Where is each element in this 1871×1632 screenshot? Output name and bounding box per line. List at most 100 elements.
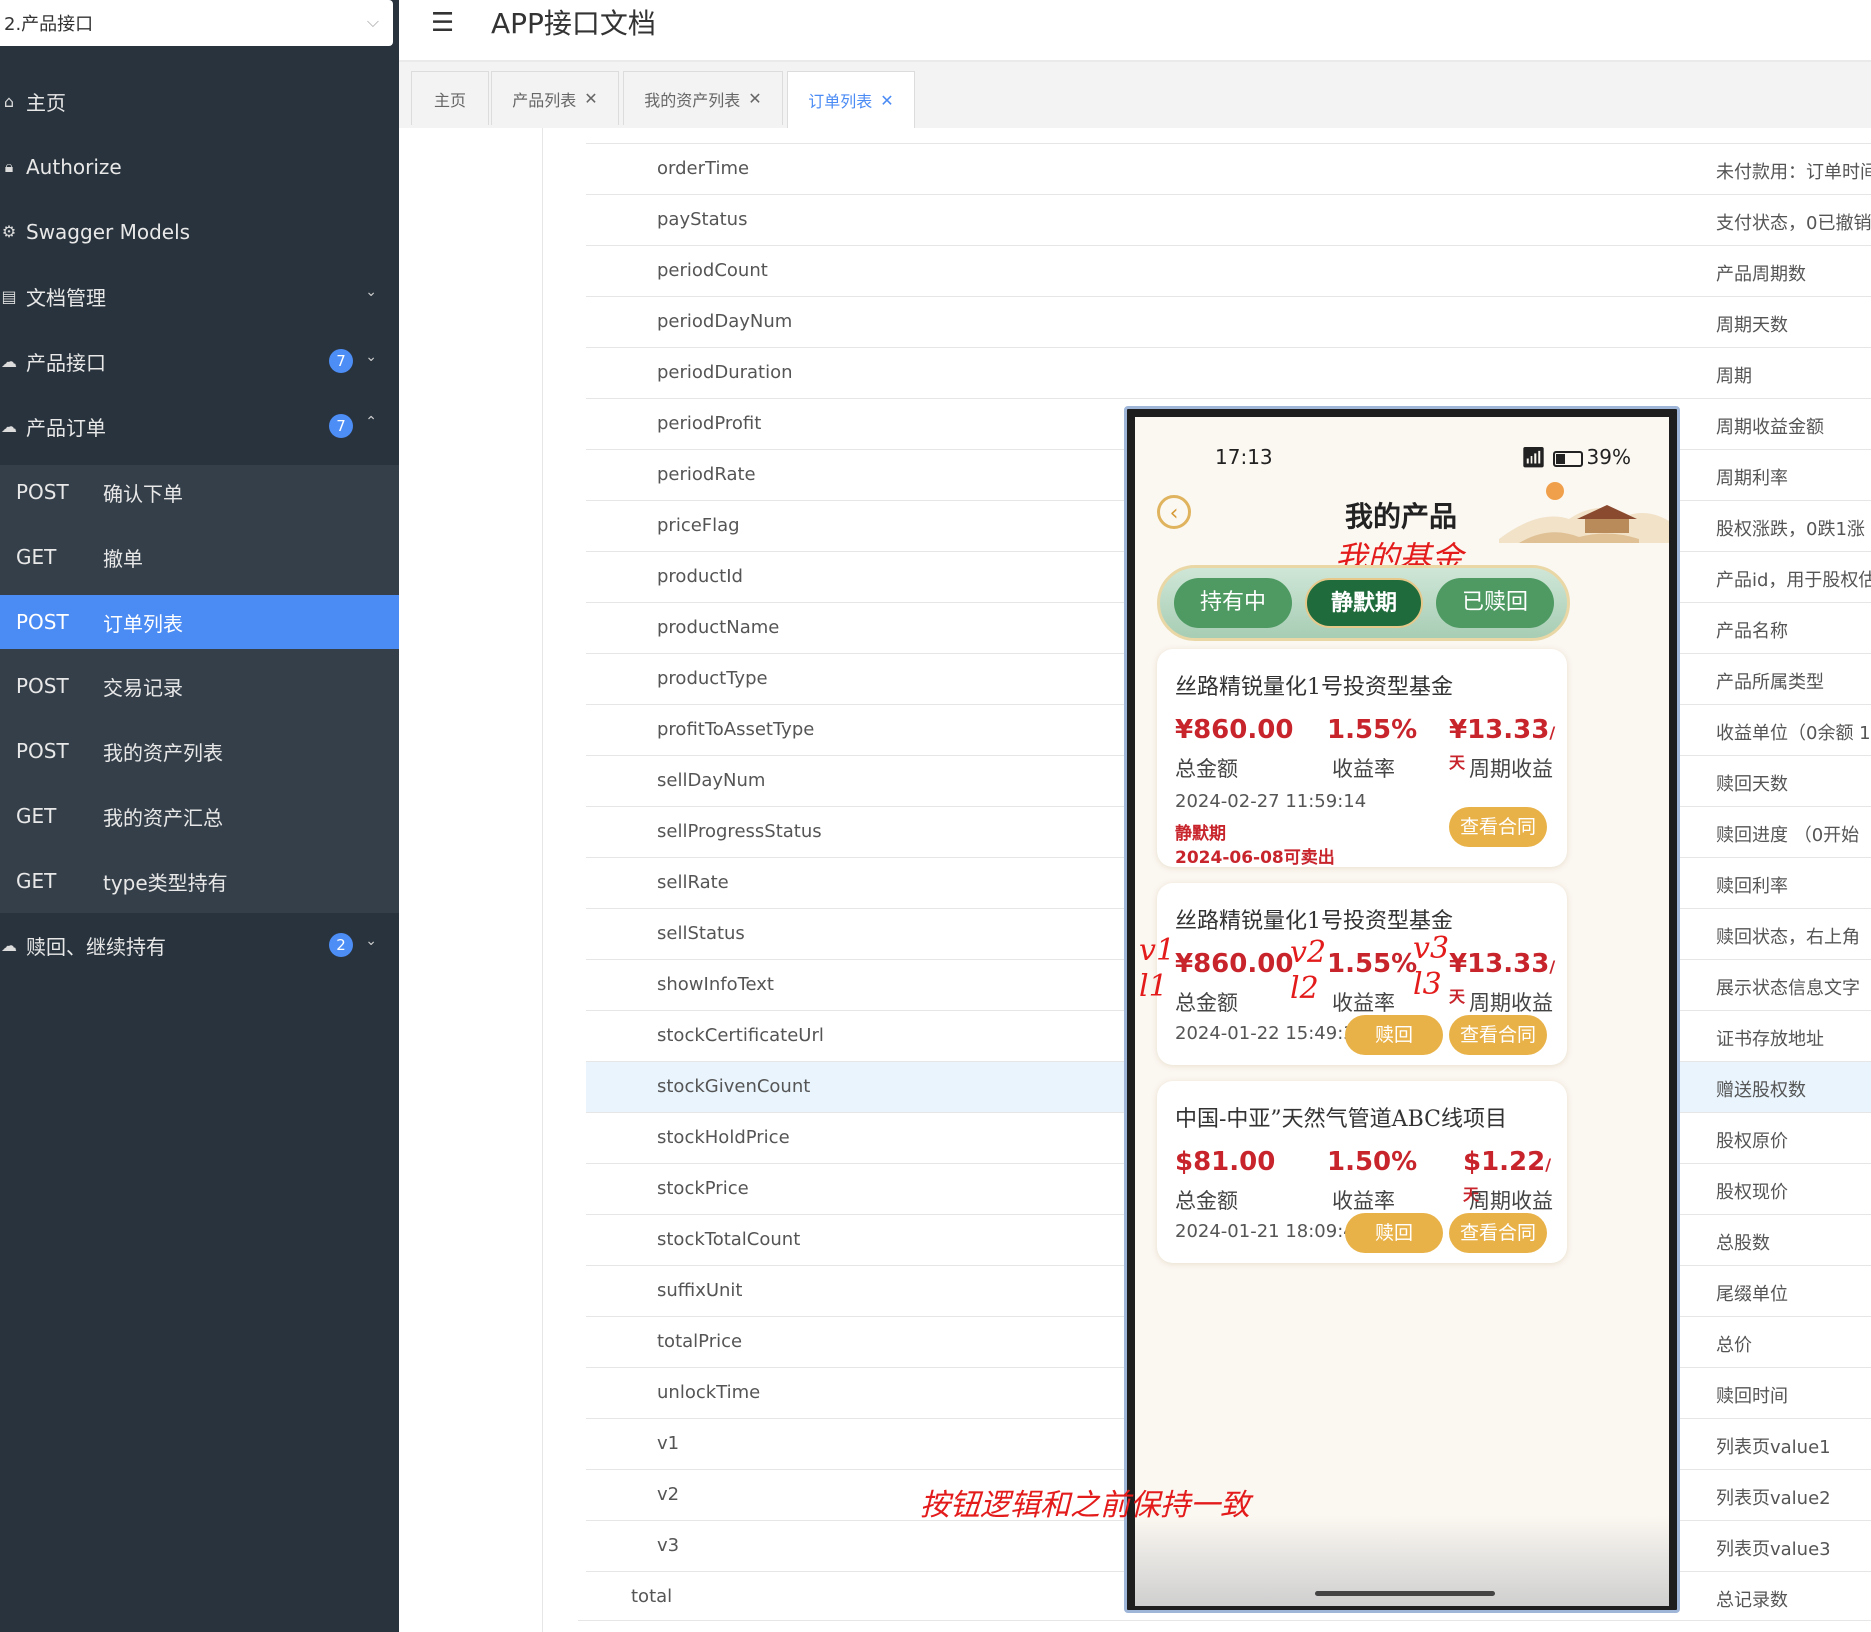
field-desc: 产品周期数 (1716, 264, 1806, 285)
table-row: periodDayNum 周期天数 (586, 296, 1871, 347)
sidebar-item-product-order[interactable]: ☁ 产品订单 7 ⌃ (0, 394, 399, 459)
field-name: stockCertificateUrl (657, 1025, 824, 1046)
product-name: 中国-中亚”天然气管道ABC线项目 (1175, 1107, 1507, 1132)
field-desc: 赎回时间 (1716, 1386, 1788, 1407)
api-name: 交易记录 (103, 675, 183, 700)
segment-holding[interactable]: 持有中 (1174, 578, 1292, 628)
tab-order-list[interactable]: 订单列表 ✕ (787, 71, 915, 128)
field-name: sellProgressStatus (657, 821, 822, 842)
api-item-type-holdings[interactable]: GET type类型持有 (0, 854, 399, 908)
group-select-value: 2.产品接口 (4, 14, 94, 35)
tab-product-list[interactable]: 产品列表 ✕ (491, 71, 619, 125)
field-name: stockPrice (657, 1178, 749, 1199)
field-desc: 列表页value2 (1716, 1488, 1831, 1509)
api-item-cancel-order[interactable]: GET 撤单 (0, 530, 399, 584)
tree-guide-line (542, 128, 543, 1632)
chevron-down-icon: ⌵ (366, 12, 379, 31)
group-select[interactable]: 2.产品接口 ⌵ (0, 0, 393, 46)
segment-redeemed[interactable]: 已赎回 (1436, 578, 1554, 628)
battery-icon (1552, 450, 1583, 467)
menu-fold-icon[interactable]: ☰ (431, 8, 454, 38)
field-desc: 列表页value3 (1716, 1539, 1831, 1560)
field-desc: 总记录数 (1716, 1590, 1788, 1611)
view-contract-button[interactable]: 查看合同 (1449, 807, 1547, 847)
http-method: POST (16, 739, 69, 763)
field-desc: 证书存放地址 (1716, 1029, 1824, 1050)
close-icon[interactable]: ✕ (584, 89, 597, 108)
sidebar-item-swagger-models[interactable]: ⚙ Swagger Models (0, 199, 399, 264)
cloud-icon: ☁ (1, 936, 17, 955)
tab-home[interactable]: 主页 (411, 71, 489, 125)
sidebar-item-label: 赎回、继续持有 (26, 935, 166, 959)
close-icon[interactable]: ✕ (748, 89, 761, 108)
product-name: 丝路精锐量化1号投资型基金 (1175, 909, 1453, 934)
period-profit-label: 周期收益 (1469, 757, 1553, 781)
battery-level: 39% (1586, 445, 1631, 469)
api-item-order-list[interactable]: POST 订单列表 (0, 595, 399, 649)
field-desc: 产品id，用于股权估 (1716, 570, 1871, 591)
close-icon[interactable]: ✕ (880, 91, 893, 110)
field-name: profitToAssetType (657, 719, 815, 740)
http-method: GET (16, 545, 57, 569)
annotation-button-logic: 按钮逻辑和之前保持一致 (920, 1488, 1250, 1523)
field-name: productType (657, 668, 768, 689)
api-name: 我的资产汇总 (103, 805, 223, 830)
segment-silent-period[interactable]: 静默期 (1305, 578, 1423, 628)
api-name: type类型持有 (103, 870, 228, 895)
annotation-l2: l2 (1290, 971, 1319, 1006)
field-name: productName (657, 617, 780, 638)
field-name: totalPrice (657, 1331, 743, 1352)
sidebar-item-product-api[interactable]: ☁ 产品接口 7 ⌄ (0, 329, 399, 394)
api-item-my-assets-summary[interactable]: GET 我的资产汇总 (0, 789, 399, 843)
period-profit-amount: ¥13.33 (1449, 715, 1550, 745)
field-name: stockTotalCount (657, 1229, 801, 1250)
field-desc: 支付状态，0已撤销 (1716, 213, 1871, 234)
field-name: periodRate (657, 464, 756, 485)
sidebar-item-home[interactable]: ⌂ 主页 (0, 69, 399, 134)
count-badge: 2 (329, 933, 353, 957)
api-item-my-assets-list[interactable]: POST 我的资产列表 (0, 724, 399, 778)
product-card[interactable]: 中国-中亚”天然气管道ABC线项目 $81.00 1.50% $1.22/天 总… (1157, 1081, 1567, 1263)
tab-label: 产品列表 (512, 90, 577, 110)
product-card[interactable]: 丝路精锐量化1号投资型基金 ¥860.00 1.55% ¥13.33/天 总金额… (1157, 883, 1567, 1065)
field-name: sellRate (657, 872, 729, 893)
field-name: showInfoText (657, 974, 774, 995)
period-profit-amount: $1.22 (1463, 1147, 1546, 1177)
chevron-up-icon: ⌃ (365, 414, 377, 430)
back-icon[interactable]: ‹ (1157, 495, 1191, 529)
field-desc: 赎回利率 (1716, 876, 1788, 897)
field-desc: 列表页value1 (1716, 1437, 1831, 1458)
total-amount-label: 总金额 (1175, 757, 1238, 781)
cloud-icon: ☁ (1, 352, 17, 371)
lock-icon: 🔒︎ (4, 156, 14, 176)
status-time: 17:13 (1215, 445, 1273, 469)
tabs-bar: 主页 产品列表 ✕ 我的资产列表 ✕ 订单列表 ✕ (399, 62, 1871, 129)
sidebar: 2.产品接口 ⌵ ⌂ 主页 🔒︎ Authorize ⚙ Swagger Mod… (0, 0, 399, 1632)
tab-my-assets-list[interactable]: 我的资产列表 ✕ (623, 71, 783, 125)
period-profit-amount: ¥13.33 (1449, 949, 1550, 979)
redeem-button[interactable]: 赎回 (1345, 1213, 1443, 1253)
api-item-confirm-order[interactable]: POST 确认下单 (0, 465, 399, 519)
api-item-transaction-records[interactable]: POST 交易记录 (0, 659, 399, 713)
view-contract-button[interactable]: 查看合同 (1449, 1015, 1547, 1055)
product-card[interactable]: 丝路精锐量化1号投资型基金 ¥860.00 1.55% ¥13.33/天 总金额… (1157, 649, 1567, 868)
home-indicator (1315, 1591, 1495, 1596)
field-desc: 股权现价 (1716, 1182, 1788, 1203)
view-contract-button[interactable]: 查看合同 (1449, 1213, 1547, 1253)
phone-mockup: 17:13 📶︎ 39% ‹ 我的产品 我的基金 持有中 静默期 已赎回 丝路精… (1124, 406, 1680, 1613)
redeem-button[interactable]: 赎回 (1345, 1015, 1443, 1055)
field-desc: 周期利率 (1716, 468, 1788, 489)
field-desc: 收益单位（0余额 1 (1716, 723, 1871, 744)
sidebar-item-authorize[interactable]: 🔒︎ Authorize (0, 134, 399, 199)
sidebar-item-redeem-hold[interactable]: ☁ 赎回、继续持有 2 ⌄ (0, 913, 399, 978)
sidebar-item-doc-management[interactable]: ▤ 文档管理 ⌄ (0, 264, 399, 329)
field-desc: 赎回天数 (1716, 774, 1788, 795)
field-desc: 赎回进度 （0开始 (1716, 825, 1860, 846)
field-name: sellDayNum (657, 770, 766, 791)
order-date: 2024-01-21 18:09:44 (1175, 1221, 1367, 1242)
field-name: priceFlag (657, 515, 740, 536)
field-desc: 产品所属类型 (1716, 672, 1824, 693)
top-header: ☰ APP接口文档 (399, 0, 1871, 62)
http-method: GET (16, 869, 57, 893)
field-desc: 股权原价 (1716, 1131, 1788, 1152)
